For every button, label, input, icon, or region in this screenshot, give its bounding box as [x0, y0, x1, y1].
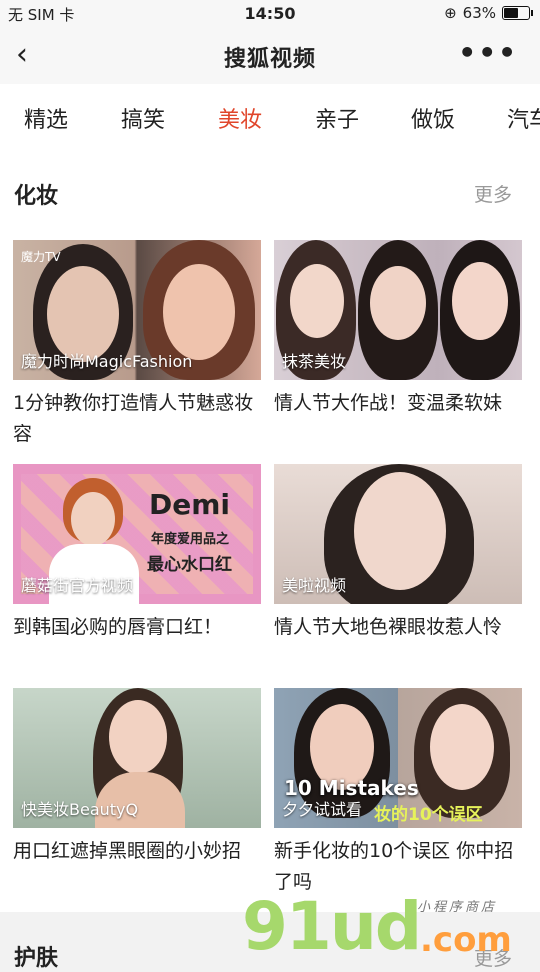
video-thumbnail[interactable]: 抹茶美妆: [274, 240, 522, 380]
tab-gaoxiao[interactable]: 搞笑: [121, 102, 165, 134]
skincare-section-title: 护肤: [14, 946, 59, 971]
orientation-lock-icon: ⊕: [444, 4, 457, 22]
watermark-suffix: .com: [420, 920, 512, 960]
watermark-note: 小程序商店: [417, 900, 498, 915]
tab-jingxuan[interactable]: 精选: [24, 102, 68, 134]
channel-badge: 魔力TV: [21, 250, 61, 264]
thumbnail-subtitle-2: 最心水口红: [147, 555, 232, 575]
video-card[interactable]: Demi 年度爱用品之 最心水口红 蘑菇街官方视频 到韩国必购的唇膏口红！: [13, 464, 261, 643]
status-right: ⊕ 63%: [444, 4, 533, 22]
section-title: 化妆: [14, 184, 59, 209]
video-card[interactable]: 快美妆BeautyQ 用口红遮掉黑眼圈的小妙招: [13, 688, 261, 867]
video-caption[interactable]: 1分钟教你打造情人节魅惑妆容: [13, 388, 261, 450]
tab-meizhuang[interactable]: 美妆: [218, 102, 262, 134]
category-tabs: 精选 搞笑 美妆 亲子 做饭 汽车: [0, 84, 540, 151]
video-card[interactable]: 魔力TV 魔力时尚MagicFashion 1分钟教你打造情人节魅惑妆容: [13, 240, 261, 450]
tab-qinzi[interactable]: 亲子: [315, 102, 359, 134]
video-source: 夕夕试试看: [282, 800, 363, 819]
thumbnail-title: Demi: [149, 488, 231, 521]
video-thumbnail[interactable]: 快美妆BeautyQ: [13, 688, 261, 828]
watermark-main: 91ud: [242, 888, 422, 965]
video-caption[interactable]: 到韩国必购的唇膏口红！: [13, 612, 261, 643]
battery-percent: 63%: [462, 4, 496, 22]
video-source: 快美妆BeautyQ: [21, 800, 139, 819]
video-source: 蘑菇街官方视频: [21, 576, 134, 595]
makeup-section: 化妆 更多 魔力TV 魔力时尚MagicFashion 1分钟教你打造情人节魅惑…: [0, 150, 540, 912]
video-caption[interactable]: 情人节大作战！变温柔软妹: [274, 388, 522, 419]
video-thumbnail[interactable]: 美啦视频: [274, 464, 522, 604]
video-thumbnail[interactable]: 10 Mistakes 妆的10个误区 夕夕试试看: [274, 688, 522, 828]
video-card[interactable]: 抹茶美妆 情人节大作战！变温柔软妹: [274, 240, 522, 419]
status-bar: 无 SIM 卡 14:50 ⊕ 63%: [0, 0, 540, 28]
tab-qiche[interactable]: 汽车: [507, 102, 540, 134]
video-source: 美啦视频: [282, 576, 347, 595]
battery-icon: [502, 6, 533, 20]
video-source: 魔力时尚MagicFashion: [21, 352, 193, 371]
nav-bar: ‹ 搜狐视频 •••: [0, 28, 540, 84]
more-options-icon[interactable]: •••: [458, 38, 518, 68]
video-caption[interactable]: 情人节大地色裸眼妆惹人怜: [274, 612, 522, 643]
section-more-link[interactable]: 更多: [474, 180, 512, 207]
video-source: 抹茶美妆: [282, 352, 347, 371]
video-thumbnail[interactable]: Demi 年度爱用品之 最心水口红 蘑菇街官方视频: [13, 464, 261, 604]
thumbnail-subtitle: 妆的10个误区: [374, 805, 483, 825]
watermark-logo: 91ud .com 小程序商店: [242, 888, 532, 965]
video-caption[interactable]: 用口红遮掉黑眼圈的小妙招: [13, 836, 261, 867]
tab-zuofan[interactable]: 做饭: [411, 102, 455, 134]
video-thumbnail[interactable]: 魔力TV 魔力时尚MagicFashion: [13, 240, 261, 380]
thumbnail-subtitle: 年度爱用品之: [151, 532, 230, 547]
video-card[interactable]: 10 Mistakes 妆的10个误区 夕夕试试看 新手化妆的10个误区 你中招…: [274, 688, 522, 898]
video-card[interactable]: 美啦视频 情人节大地色裸眼妆惹人怜: [274, 464, 522, 643]
